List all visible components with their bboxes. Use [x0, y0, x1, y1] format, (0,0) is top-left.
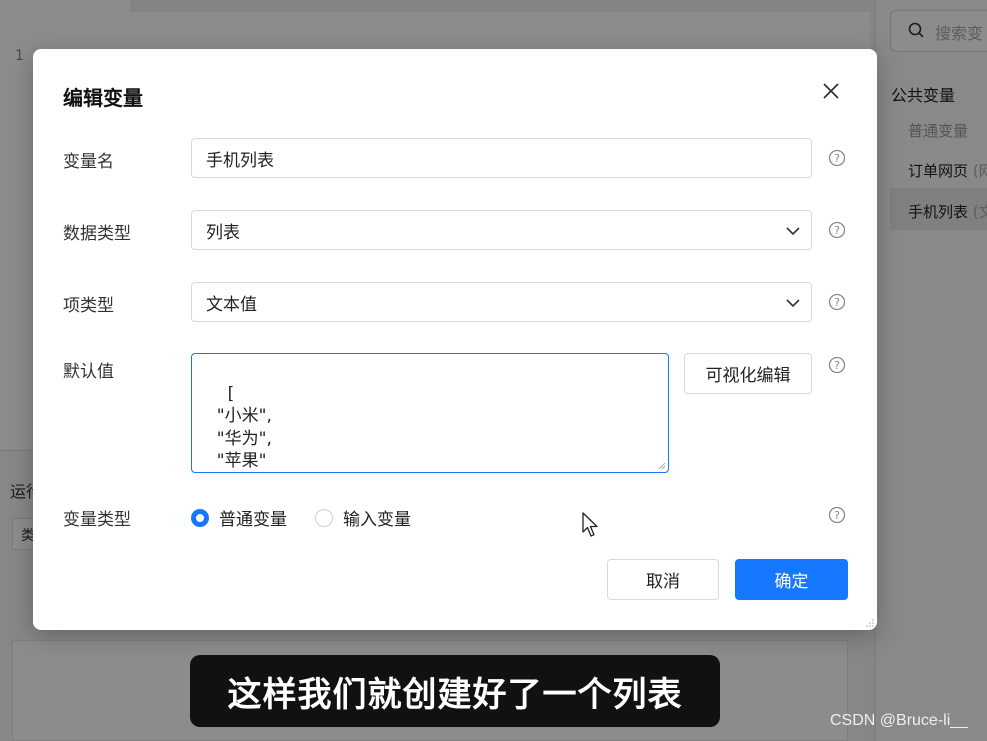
- variable-type-radio-group: 普通变量 输入变量: [191, 505, 439, 530]
- svg-text:?: ?: [834, 296, 840, 309]
- svg-text:?: ?: [834, 509, 840, 522]
- video-subtitle: 这样我们就创建好了一个列表: [190, 655, 720, 727]
- radio-label: 普通变量: [219, 510, 287, 530]
- default-value-textarea[interactable]: [ "小米", "华为", "苹果" ]: [191, 353, 669, 473]
- radio-unchecked-icon: [315, 508, 333, 527]
- radio-label: 输入变量: [343, 510, 411, 530]
- help-icon[interactable]: ?: [828, 356, 846, 374]
- radio-normal-variable[interactable]: 普通变量: [191, 505, 287, 530]
- chevron-down-icon: [786, 299, 800, 308]
- edit-variable-dialog: 编辑变量 变量名 手机列表 ? 数据类型 列表 ? 项类型 文本值 ? 默认值 …: [33, 49, 877, 630]
- dialog-title: 编辑变量: [63, 86, 143, 110]
- watermark: CSDN @Bruce-li__: [830, 712, 969, 729]
- item-type-value: 文本值: [206, 294, 257, 315]
- radio-checked-icon: [191, 508, 209, 527]
- svg-text:?: ?: [834, 224, 840, 237]
- svg-text:?: ?: [834, 359, 840, 372]
- confirm-button[interactable]: 确定: [735, 559, 848, 600]
- variable-name-input[interactable]: 手机列表: [191, 138, 812, 178]
- default-value-text: [ "小米", "华为", "苹果" ]: [216, 383, 272, 472]
- item-type-label: 项类型: [63, 296, 114, 316]
- data-type-select[interactable]: 列表: [191, 210, 812, 250]
- close-icon[interactable]: [819, 79, 843, 103]
- visual-edit-button[interactable]: 可视化编辑: [684, 353, 812, 394]
- chevron-down-icon: [786, 227, 800, 236]
- dialog-resize-icon[interactable]: [865, 618, 874, 627]
- default-value-label: 默认值: [63, 362, 114, 382]
- svg-text:?: ?: [834, 152, 840, 165]
- cancel-button[interactable]: 取消: [607, 559, 719, 600]
- help-icon[interactable]: ?: [828, 506, 846, 524]
- item-type-select[interactable]: 文本值: [191, 282, 812, 322]
- data-type-value: 列表: [206, 222, 240, 243]
- mouse-cursor-icon: [582, 512, 598, 537]
- help-icon[interactable]: ?: [828, 149, 846, 167]
- help-icon[interactable]: ?: [828, 293, 846, 311]
- radio-input-variable[interactable]: 输入变量: [315, 505, 411, 530]
- variable-name-label: 变量名: [63, 152, 114, 172]
- variable-type-label: 变量类型: [63, 510, 131, 530]
- help-icon[interactable]: ?: [828, 221, 846, 239]
- resize-handle-icon[interactable]: [658, 462, 666, 470]
- data-type-label: 数据类型: [63, 224, 131, 244]
